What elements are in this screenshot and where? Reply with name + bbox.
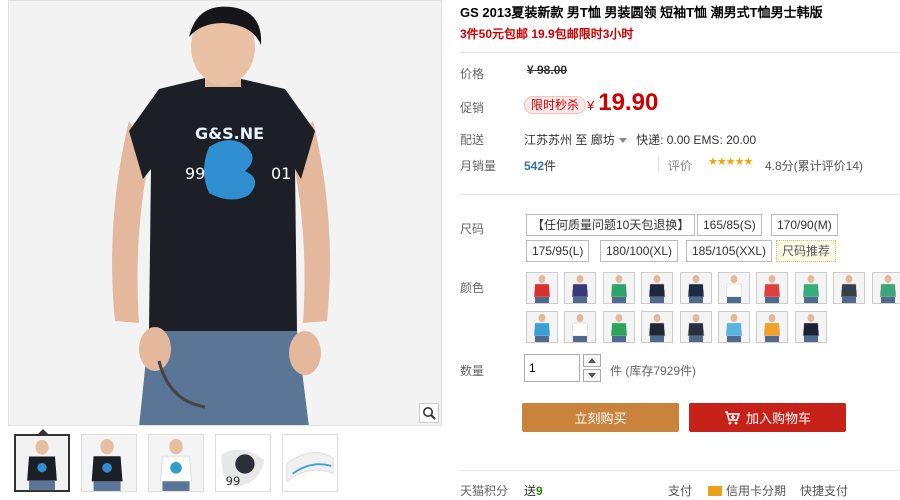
color-swatch-5[interactable]	[679, 272, 712, 304]
price-label: 价格	[460, 67, 485, 81]
size-option-s[interactable]: 165/85(S)	[697, 214, 762, 236]
divider	[460, 470, 900, 471]
quantity-input[interactable]	[524, 354, 580, 382]
color-swatch-18[interactable]	[794, 311, 827, 343]
main-product-photo[interactable]: G&S.NE 99 01	[8, 0, 442, 426]
rating-summary[interactable]: 4.8分(累计评价14)	[765, 157, 863, 174]
size-label: 尺码	[460, 222, 485, 236]
add-to-cart-label: 加入购物车	[745, 411, 811, 426]
divider-vertical	[658, 157, 659, 171]
thumbnail-1[interactable]	[14, 434, 70, 492]
monthly-sales-label: 月销量	[460, 159, 497, 173]
currency-symbol: ¥	[587, 98, 595, 113]
shopping-cart-icon	[724, 410, 740, 425]
promo-price-value: 19.90	[598, 89, 659, 116]
divider	[460, 52, 900, 53]
size-option-xxl[interactable]: 185/105(XXL)	[686, 240, 773, 262]
thumbnail-3[interactable]	[148, 434, 204, 492]
points-prefix: 送	[524, 484, 537, 498]
svg-text:01: 01	[271, 164, 291, 183]
color-swatch-10[interactable]	[871, 272, 900, 304]
color-swatch-16[interactable]	[718, 311, 750, 343]
size-option-xl[interactable]: 180/100(XL)	[600, 240, 679, 262]
rating-label: 评价	[668, 159, 693, 173]
original-price: ¥ 98.00	[524, 63, 567, 77]
color-swatch-17[interactable]	[756, 311, 789, 343]
thumbnail-2[interactable]	[81, 434, 137, 492]
color-swatch-14[interactable]	[641, 311, 674, 343]
sales-count: 542	[524, 159, 545, 173]
color-swatch-7[interactable]	[756, 272, 789, 304]
active-thumb-indicator	[38, 429, 48, 434]
zoom-button[interactable]	[419, 403, 439, 423]
payment-method-quick: 快捷支付	[800, 484, 849, 498]
model-photo-illustration: G&S.NE 99 01	[9, 1, 441, 425]
magnifier-icon	[423, 407, 436, 420]
monthly-sales: 542件	[524, 157, 556, 174]
shipping-label: 配送	[460, 133, 485, 147]
quantity-label: 数量	[460, 364, 485, 378]
ship-destination: 廊坊	[590, 133, 615, 147]
buy-now-label: 立刻购买	[574, 411, 627, 426]
flash-sale-badge: 限时秒杀	[524, 96, 587, 114]
color-swatch-9[interactable]	[833, 272, 866, 304]
promo-subtitle: 3件50元包邮 19.9包邮限时3小时	[460, 27, 634, 41]
ship-to-word: 至	[575, 133, 588, 147]
buy-now-button[interactable]: 立刻购买	[522, 403, 679, 432]
points-value: 9	[536, 484, 543, 498]
points-label: 天猫积分	[460, 484, 509, 498]
color-label: 颜色	[460, 281, 485, 295]
color-swatch-2[interactable]	[564, 272, 597, 304]
divider	[460, 194, 900, 195]
product-title: GS 2013夏装新款 男T恤 男装圆领 短袖T恤 潮男式T恤男士韩版	[460, 5, 823, 20]
thumbnail-strip: 99	[14, 429, 338, 492]
promo-price: ¥19.90	[587, 89, 658, 117]
color-swatch-15[interactable]	[679, 311, 712, 343]
chevron-down-icon	[588, 373, 596, 378]
svg-text:99: 99	[226, 474, 241, 488]
quantity-decrease-button[interactable]	[583, 369, 601, 382]
size-option-m[interactable]: 170/90(M)	[771, 214, 838, 236]
thumbnail-5[interactable]	[282, 434, 338, 492]
sales-unit: 件	[544, 159, 557, 173]
ship-from: 江苏苏州	[524, 133, 573, 147]
add-to-cart-button[interactable]: 加入购物车	[689, 403, 846, 432]
size-option-l[interactable]: 175/95(L)	[526, 240, 590, 262]
color-swatch-1[interactable]	[526, 272, 558, 304]
points-info: 送9	[524, 482, 543, 499]
color-swatch-12[interactable]	[564, 311, 597, 343]
payment-method-credit: 信用卡分期	[708, 482, 786, 499]
size-option-guarantee[interactable]: 【任何质量问题10天包退换】	[526, 214, 696, 236]
shipping-info: 江苏苏州 至 廊坊 快递: 0.00 EMS: 20.00	[524, 131, 756, 148]
color-swatch-3[interactable]	[602, 272, 635, 304]
quantity-increase-button[interactable]	[583, 354, 601, 367]
promo-label: 促销	[460, 101, 485, 115]
svg-text:99: 99	[185, 164, 205, 183]
size-recommend-link[interactable]: 尺码推荐	[776, 240, 837, 262]
color-swatch-4[interactable]	[641, 272, 674, 304]
destination-select[interactable]: 廊坊	[591, 133, 633, 147]
color-swatch-8[interactable]	[794, 272, 827, 304]
original-price-value: ¥ 98.00	[527, 63, 568, 77]
color-swatch-11[interactable]	[526, 311, 558, 343]
color-swatch-13[interactable]	[602, 311, 635, 343]
payment-method-alipay: 支付	[668, 484, 693, 498]
color-swatch-6[interactable]	[718, 272, 750, 304]
credit-card-icon	[708, 486, 722, 496]
thumbnail-4[interactable]: 99	[215, 434, 271, 492]
chevron-down-icon	[618, 138, 627, 143]
chevron-up-icon	[588, 358, 596, 363]
rating-stars-icon: ★★★★★	[708, 156, 753, 168]
stock-info: 件 (库存7929件)	[610, 364, 697, 378]
credit-installment-label: 信用卡分期	[726, 484, 787, 498]
ship-fees: 快递: 0.00 EMS: 20.00	[636, 133, 757, 147]
